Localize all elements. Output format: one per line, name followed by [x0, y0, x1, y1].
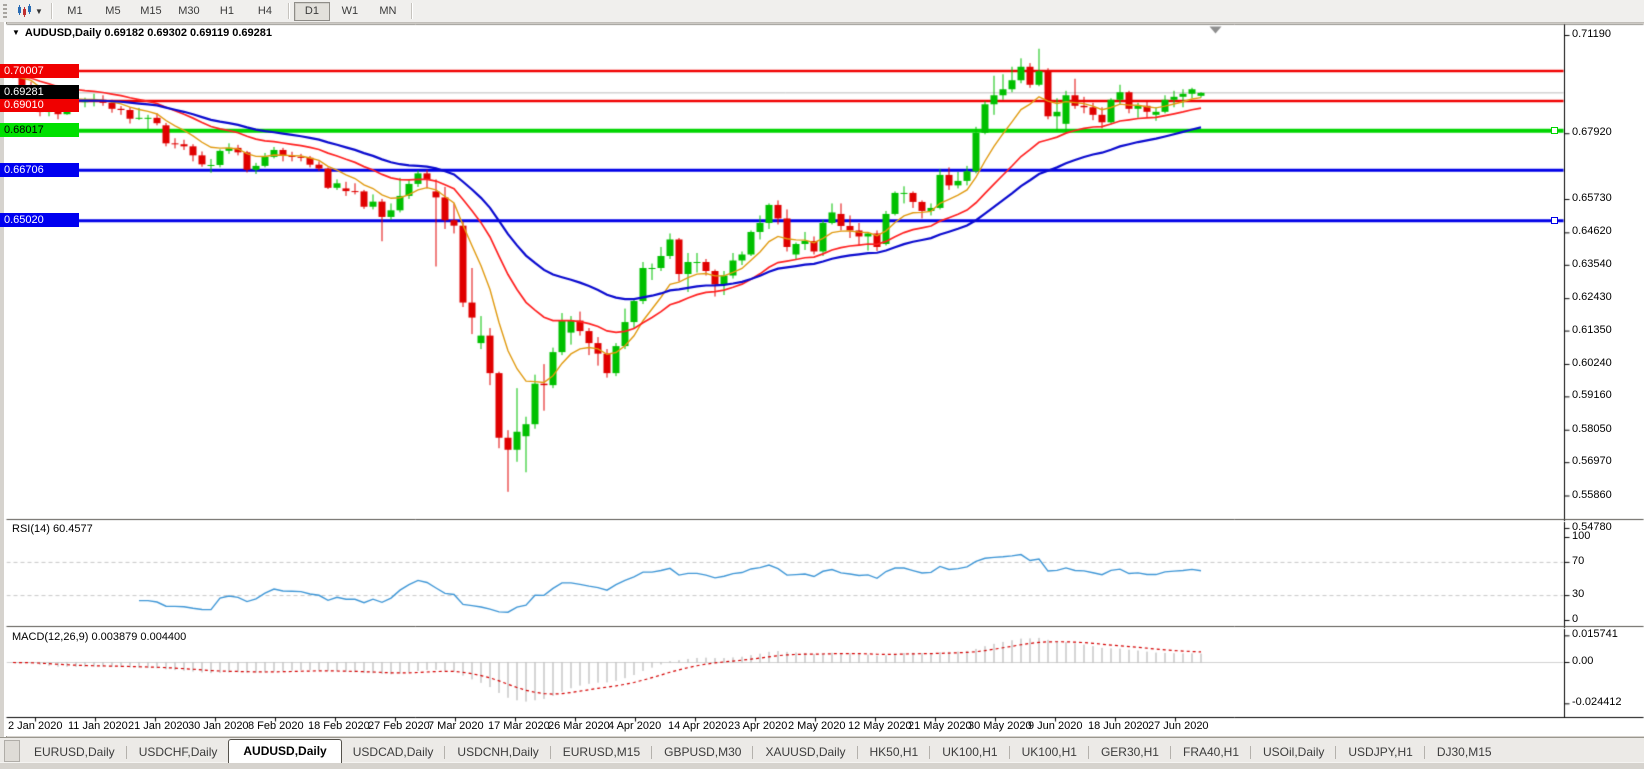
- rsi-label: RSI(14) 60.4577: [12, 523, 93, 535]
- chart-tab-ger30-h1[interactable]: GER30,H1: [1089, 742, 1171, 763]
- price-axis-tick: 0.56970: [1572, 455, 1612, 467]
- date-axis-label: 27 Jun 2020: [1148, 720, 1209, 732]
- chart-tab-fra40-h1[interactable]: FRA40,H1: [1171, 742, 1251, 763]
- price-badge: 0.70007: [0, 64, 79, 78]
- date-axis-label: 18 Feb 2020: [308, 720, 370, 732]
- price-axis-tick: 0.60240: [1572, 357, 1612, 369]
- date-axis-label: 11 Jan 2020: [68, 720, 128, 732]
- price-badge: 0.69010: [0, 98, 79, 112]
- chart-tab-gbpusd-m30[interactable]: GBPUSD,M30: [652, 742, 753, 763]
- date-axis-label: 14 Apr 2020: [668, 720, 727, 732]
- chart-tab-dj30-m15[interactable]: DJ30,M15: [1425, 742, 1504, 763]
- rsi-axis-label: 70: [1572, 555, 1584, 567]
- price-axis-tick: 0.62430: [1572, 291, 1612, 303]
- chart-tab-usdcnh-daily[interactable]: USDCNH,Daily: [445, 742, 550, 763]
- price-axis-tick: 0.67920: [1572, 126, 1612, 138]
- chart-tab-eurusd-m15[interactable]: EURUSD,M15: [551, 742, 652, 763]
- macd-axis-label: 0.015741: [1572, 628, 1618, 640]
- rsi-axis-label: 30: [1572, 588, 1584, 600]
- symbol-title: AUDUSD,Daily: [25, 27, 101, 39]
- date-axis-label: 23 Apr 2020: [728, 720, 787, 732]
- chart-tab-usdchf-daily[interactable]: USDCHF,Daily: [127, 742, 230, 763]
- date-axis-label: 27 Feb 2020: [368, 720, 430, 732]
- chart-tab-hk50-h1[interactable]: HK50,H1: [858, 742, 931, 763]
- symbol-dropdown-icon[interactable]: ▼: [12, 28, 20, 37]
- chart-tab-audusd-daily[interactable]: AUDUSD,Daily: [228, 739, 341, 763]
- macd-axis-label: 0.00: [1572, 655, 1593, 667]
- chart-tab-xauusd-daily[interactable]: XAUUSD,Daily: [753, 742, 857, 763]
- price-axis-tick: 0.65730: [1572, 192, 1612, 204]
- price-axis-tick: 0.58050: [1572, 423, 1612, 435]
- macd-label: MACD(12,26,9) 0.003879 0.004400: [12, 631, 186, 643]
- chart-tab-bar: EURUSD,DailyUSDCHF,DailyAUDUSD,DailyUSDC…: [0, 737, 1644, 763]
- price-axis-tick: 0.71190: [1572, 28, 1611, 40]
- chart-tab-usoil-daily[interactable]: USOil,Daily: [1251, 742, 1336, 763]
- ohlc-values: 0.69182 0.69302 0.69119 0.69281: [104, 27, 272, 39]
- date-axis-label: 18 Jun 2020: [1088, 720, 1149, 732]
- chart-tab-uk100-h1[interactable]: UK100,H1: [1010, 742, 1089, 763]
- price-axis-tick: 0.55860: [1572, 489, 1612, 501]
- date-axis-label: 26 Mar 2020: [548, 720, 610, 732]
- macd-axis-label: -0.024412: [1572, 696, 1622, 708]
- chart-tab-eurusd-daily[interactable]: EURUSD,Daily: [22, 742, 127, 763]
- price-badge: 0.68017: [0, 123, 79, 137]
- hline-drag-handle[interactable]: [1551, 217, 1558, 224]
- rsi-axis-label: 100: [1572, 530, 1590, 542]
- date-axis-label: 2 May 2020: [788, 720, 845, 732]
- chart-tab-uk100-h1[interactable]: UK100,H1: [930, 742, 1009, 763]
- date-axis-label: 30 Jan 2020: [188, 720, 249, 732]
- date-axis-label: 21 Jan 2020: [128, 720, 189, 732]
- date-axis-label: 8 Feb 2020: [248, 720, 304, 732]
- price-badge: 0.69281: [0, 85, 79, 99]
- symbol-ohlc-info: ▼ AUDUSD,Daily 0.69182 0.69302 0.69119 0.…: [12, 27, 272, 39]
- date-axis-label: 7 Mar 2020: [428, 720, 484, 732]
- hline-drag-handle[interactable]: [1551, 127, 1558, 134]
- price-axis-tick: 0.61350: [1572, 324, 1612, 336]
- tab-scroll-button[interactable]: [4, 740, 20, 762]
- chart-tab-usdcad-daily[interactable]: USDCAD,Daily: [341, 742, 446, 763]
- price-badge: 0.66706: [0, 163, 79, 177]
- date-axis-label: 30 May 2020: [968, 720, 1032, 732]
- chart-tab-usdjpy-h1[interactable]: USDJPY,H1: [1336, 742, 1424, 763]
- rsi-axis-label: 0: [1572, 613, 1578, 625]
- date-axis-label: 17 Mar 2020: [488, 720, 550, 732]
- price-axis-tick: 0.59160: [1572, 389, 1612, 401]
- price-badge: 0.65020: [0, 213, 79, 227]
- date-axis-label: 12 May 2020: [848, 720, 912, 732]
- date-axis-label: 2 Jan 2020: [8, 720, 62, 732]
- main-chart-canvas[interactable]: [0, 0, 1644, 768]
- date-axis-label: 4 Apr 2020: [608, 720, 661, 732]
- date-axis-label: 9 Jun 2020: [1028, 720, 1082, 732]
- price-axis-tick: 0.63540: [1572, 258, 1612, 270]
- price-axis-tick: 0.64620: [1572, 225, 1612, 237]
- date-axis-label: 21 May 2020: [908, 720, 972, 732]
